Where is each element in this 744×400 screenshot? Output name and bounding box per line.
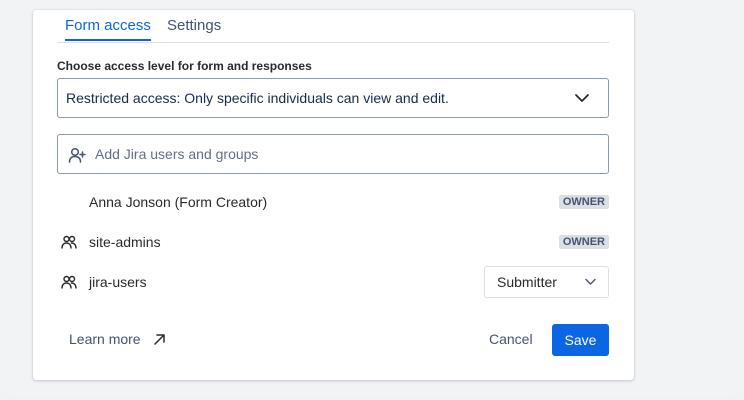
role-select[interactable]: Submitter [484, 266, 609, 298]
tab-form-access[interactable]: Form access [65, 17, 151, 34]
people-group-icon [61, 275, 77, 289]
member-name: site-admins [89, 234, 161, 250]
member-row: site-admins OWNER [57, 227, 609, 257]
learn-more-label: Learn more [69, 331, 141, 347]
add-users-field[interactable] [57, 134, 609, 174]
access-level-value: Restricted access: Only specific individ… [66, 90, 449, 106]
learn-more-link[interactable]: Learn more [69, 331, 165, 347]
chevron-down-icon [585, 278, 596, 285]
member-row: Anna Jonson (Form Creator) OWNER [57, 187, 609, 217]
form-access-dialog: Form access Settings Choose access level… [33, 10, 634, 380]
tab-bar: Form access Settings [57, 10, 609, 43]
member-row: jira-users Submitter [57, 266, 609, 298]
role-value: Submitter [497, 274, 557, 290]
external-link-arrow-icon [154, 334, 165, 345]
owner-badge: OWNER [558, 235, 609, 249]
access-level-label: Choose access level for form and respons… [57, 59, 312, 73]
people-group-icon [61, 235, 77, 249]
member-name: jira-users [89, 274, 147, 290]
add-users-input[interactable] [95, 144, 585, 164]
cancel-button[interactable]: Cancel [489, 331, 533, 347]
access-level-select[interactable]: Restricted access: Only specific individ… [57, 78, 609, 118]
active-tab-indicator [65, 39, 151, 41]
owner-badge: OWNER [558, 195, 609, 209]
chevron-down-icon [575, 94, 589, 102]
member-name: Anna Jonson (Form Creator) [89, 194, 268, 210]
save-button[interactable]: Save [552, 324, 609, 356]
tab-settings[interactable]: Settings [167, 17, 221, 34]
add-person-icon [68, 147, 86, 163]
